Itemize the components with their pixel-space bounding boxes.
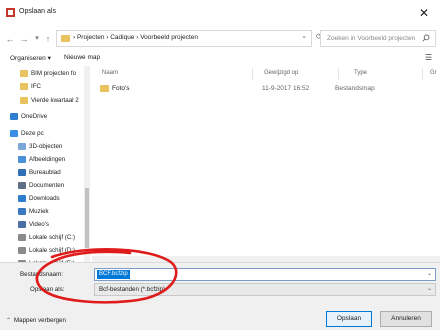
list-item[interactable]: Foto's 11-9-2017 16:52 Bestandsmap: [92, 82, 440, 96]
sidebar-item-label: Afbeeldingen: [29, 156, 66, 163]
sidebar-item-label: BIM projecten fo: [31, 70, 77, 77]
chevron-up-icon[interactable]: ⌃: [6, 317, 11, 324]
search-icon: [422, 34, 430, 42]
item-name: Foto's: [112, 85, 130, 92]
sidebar-item-label: Documenten: [29, 182, 65, 189]
cancel-button[interactable]: Annuleren: [380, 311, 432, 327]
folder-icon: [20, 70, 28, 77]
music-icon: [18, 208, 26, 215]
sidebar-item[interactable]: Deze pc: [0, 128, 84, 141]
sidebar-item-label: Video's: [29, 221, 49, 228]
column-divider[interactable]: [422, 68, 423, 80]
column-divider[interactable]: [338, 68, 339, 80]
pictures-icon: [18, 156, 26, 163]
view-options-icon[interactable]: ☰: [425, 53, 432, 62]
sidebar-item-label: Vierde kwartaal 2: [31, 97, 79, 104]
search-placeholder: Zoeken in Voorbeeld projecten: [327, 35, 416, 42]
column-header-type[interactable]: Type: [354, 70, 367, 76]
folder-icon: [61, 35, 70, 42]
chevron-down-icon[interactable]: ⌄: [427, 270, 432, 277]
column-header-modified[interactable]: Gewijzigd op: [264, 70, 298, 76]
column-header-size[interactable]: Gr: [430, 70, 437, 76]
filename-label: Bestandsnaam:: [20, 271, 63, 278]
sidebar-item-label: Lokale schijf (C:): [29, 234, 76, 241]
item-modified: 11-9-2017 16:52: [262, 85, 310, 92]
sidebar-item-label: Deze pc: [21, 130, 44, 137]
nav-scrollbar-thumb[interactable]: [85, 188, 89, 248]
new-folder-button[interactable]: Nieuwe map: [64, 54, 100, 61]
breadcrumb[interactable]: › Projecten › Cadique › Voorbeeld projec…: [56, 30, 312, 47]
filename-value: BCF.bcfzip: [97, 270, 130, 279]
forward-arrow-icon[interactable]: →: [18, 32, 30, 46]
sidebar-item-label: Lokale schijf (D:): [29, 247, 76, 254]
download-icon: [18, 195, 26, 202]
filetype-label: Opslaan als:: [30, 286, 65, 293]
filetype-select[interactable]: Bcf-bestanden (*.bcfzip) ⌄: [94, 283, 436, 296]
chevron-down-icon[interactable]: ⌄: [301, 32, 307, 40]
filetype-value: Bcf-bestanden (*.bcfzip): [99, 286, 166, 293]
breadcrumb-path: › Projecten › Cadique › Voorbeeld projec…: [73, 34, 199, 41]
desktop-icon: [18, 169, 26, 176]
hide-folders-button[interactable]: Mappen verbergen: [14, 317, 66, 324]
address-row: ← → ▾ ↑ › Projecten › Cadique › Voorbeel…: [0, 29, 440, 49]
sidebar-item-label: Muziek: [29, 208, 49, 215]
folder-icon: [20, 83, 28, 90]
cloud-icon: [10, 113, 18, 120]
computer-icon: [10, 130, 18, 137]
title-bar: Opslaan als ✕: [0, 0, 440, 26]
toolbar: Organiseren ▾ Nieuwe map ☰: [0, 51, 440, 67]
column-header-name[interactable]: Naam: [102, 70, 118, 76]
documents-icon: [18, 182, 26, 189]
sidebar-item-label: Downloads: [29, 195, 60, 202]
drive-icon: [18, 247, 26, 254]
app-icon: [6, 8, 15, 17]
column-divider[interactable]: [252, 68, 253, 80]
chevron-down-icon[interactable]: ⌄: [427, 285, 432, 292]
close-button[interactable]: ✕: [416, 5, 432, 21]
up-arrow-icon[interactable]: ↑: [42, 32, 54, 46]
folder-icon: [20, 97, 28, 104]
sidebar-item-label: 3D-objecten: [29, 143, 63, 150]
filename-field[interactable]: BCF.bcfzip ⌄: [94, 268, 436, 281]
window-title: Opslaan als: [19, 8, 56, 15]
sidebar-item-label: Bureaublad: [29, 169, 61, 176]
save-form: Bestandsnaam: BCF.bcfzip ⌄ Opslaan als: …: [0, 262, 440, 330]
folder-icon: [100, 85, 109, 92]
organize-menu-button[interactable]: Organiseren ▾: [10, 54, 51, 62]
file-list: Naam Gewijzigd op Type Gr Foto's 11-9-20…: [92, 66, 440, 262]
back-arrow-icon[interactable]: ←: [4, 32, 16, 46]
navigation-pane: BIM projecten fo IFC Vierde kwartaal 2 OneD…: [0, 66, 90, 262]
sidebar-item-label: OneDrive: [21, 113, 48, 120]
cube-icon: [18, 143, 26, 150]
video-icon: [18, 221, 26, 228]
drive-icon: [18, 234, 26, 241]
sidebar-item-label: IFC: [31, 83, 41, 90]
item-type: Bestandsmap: [335, 85, 375, 92]
save-button[interactable]: Opslaan: [326, 311, 372, 327]
search-input[interactable]: Zoeken in Voorbeeld projecten: [320, 30, 436, 47]
